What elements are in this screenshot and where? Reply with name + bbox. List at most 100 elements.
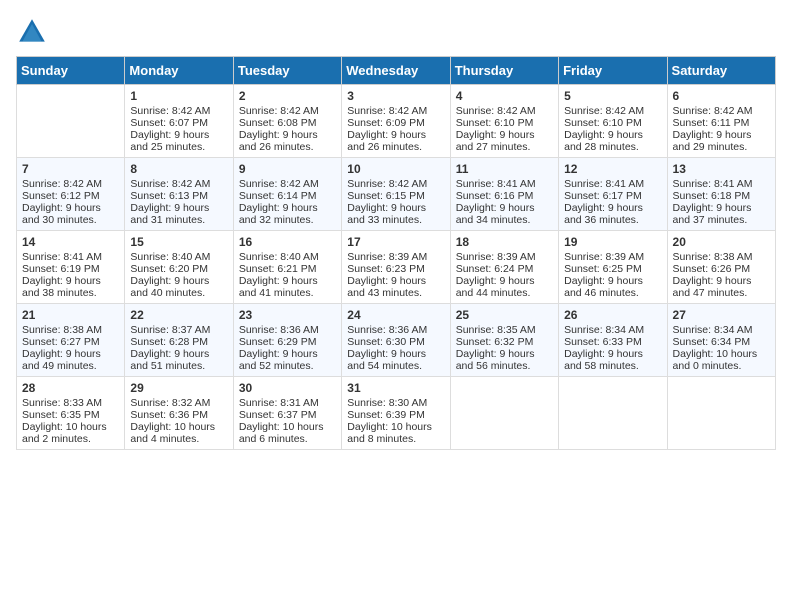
day-number: 7 — [22, 162, 119, 176]
calendar-cell: 22 Sunrise: 8:37 AM Sunset: 6:28 PM Dayl… — [125, 304, 233, 377]
sunset-text: Sunset: 6:23 PM — [347, 263, 425, 275]
sunset-text: Sunset: 6:36 PM — [130, 409, 208, 421]
day-number: 24 — [347, 308, 444, 322]
daylight-text: Daylight: 9 hours and 47 minutes. — [673, 275, 752, 299]
day-number: 20 — [673, 235, 770, 249]
sunrise-text: Sunrise: 8:30 AM — [347, 397, 427, 409]
daylight-text: Daylight: 9 hours and 36 minutes. — [564, 202, 643, 226]
calendar-table: SundayMondayTuesdayWednesdayThursdayFrid… — [16, 56, 776, 450]
day-number: 16 — [239, 235, 336, 249]
day-number: 14 — [22, 235, 119, 249]
sunrise-text: Sunrise: 8:36 AM — [347, 324, 427, 336]
day-number: 30 — [239, 381, 336, 395]
daylight-text: Daylight: 9 hours and 43 minutes. — [347, 275, 426, 299]
calendar-cell: 1 Sunrise: 8:42 AM Sunset: 6:07 PM Dayli… — [125, 85, 233, 158]
sunrise-text: Sunrise: 8:41 AM — [564, 178, 644, 190]
daylight-text: Daylight: 9 hours and 58 minutes. — [564, 348, 643, 372]
sunset-text: Sunset: 6:20 PM — [130, 263, 208, 275]
daylight-text: Daylight: 9 hours and 34 minutes. — [456, 202, 535, 226]
day-number: 26 — [564, 308, 661, 322]
sunrise-text: Sunrise: 8:42 AM — [239, 105, 319, 117]
day-number: 31 — [347, 381, 444, 395]
daylight-text: Daylight: 10 hours and 4 minutes. — [130, 421, 215, 445]
day-number: 21 — [22, 308, 119, 322]
sunset-text: Sunset: 6:37 PM — [239, 409, 317, 421]
sunrise-text: Sunrise: 8:39 AM — [347, 251, 427, 263]
daylight-text: Daylight: 9 hours and 40 minutes. — [130, 275, 209, 299]
sunrise-text: Sunrise: 8:42 AM — [456, 105, 536, 117]
calendar-cell: 13 Sunrise: 8:41 AM Sunset: 6:18 PM Dayl… — [667, 158, 775, 231]
sunset-text: Sunset: 6:28 PM — [130, 336, 208, 348]
daylight-text: Daylight: 9 hours and 27 minutes. — [456, 129, 535, 153]
sunset-text: Sunset: 6:11 PM — [673, 117, 750, 129]
calendar-cell — [559, 377, 667, 450]
sunrise-text: Sunrise: 8:37 AM — [130, 324, 210, 336]
calendar-cell — [450, 377, 558, 450]
daylight-text: Daylight: 9 hours and 46 minutes. — [564, 275, 643, 299]
day-number: 3 — [347, 89, 444, 103]
calendar-cell: 6 Sunrise: 8:42 AM Sunset: 6:11 PM Dayli… — [667, 85, 775, 158]
sunset-text: Sunset: 6:14 PM — [239, 190, 317, 202]
calendar-cell: 24 Sunrise: 8:36 AM Sunset: 6:30 PM Dayl… — [342, 304, 450, 377]
sunrise-text: Sunrise: 8:41 AM — [673, 178, 753, 190]
calendar-cell: 25 Sunrise: 8:35 AM Sunset: 6:32 PM Dayl… — [450, 304, 558, 377]
daylight-text: Daylight: 9 hours and 26 minutes. — [239, 129, 318, 153]
day-number: 10 — [347, 162, 444, 176]
logo — [16, 16, 52, 48]
sunset-text: Sunset: 6:09 PM — [347, 117, 425, 129]
daylight-text: Daylight: 10 hours and 0 minutes. — [673, 348, 758, 372]
sunrise-text: Sunrise: 8:42 AM — [239, 178, 319, 190]
sunrise-text: Sunrise: 8:41 AM — [456, 178, 536, 190]
daylight-text: Daylight: 9 hours and 52 minutes. — [239, 348, 318, 372]
daylight-text: Daylight: 9 hours and 25 minutes. — [130, 129, 209, 153]
day-number: 2 — [239, 89, 336, 103]
calendar-cell: 16 Sunrise: 8:40 AM Sunset: 6:21 PM Dayl… — [233, 231, 341, 304]
day-header-tuesday: Tuesday — [233, 57, 341, 85]
sunrise-text: Sunrise: 8:34 AM — [564, 324, 644, 336]
sunrise-text: Sunrise: 8:42 AM — [347, 105, 427, 117]
day-number: 27 — [673, 308, 770, 322]
daylight-text: Daylight: 10 hours and 2 minutes. — [22, 421, 107, 445]
day-number: 13 — [673, 162, 770, 176]
sunset-text: Sunset: 6:17 PM — [564, 190, 642, 202]
sunrise-text: Sunrise: 8:39 AM — [564, 251, 644, 263]
sunset-text: Sunset: 6:24 PM — [456, 263, 534, 275]
day-number: 6 — [673, 89, 770, 103]
calendar-cell — [17, 85, 125, 158]
sunset-text: Sunset: 6:25 PM — [564, 263, 642, 275]
day-number: 29 — [130, 381, 227, 395]
day-number: 18 — [456, 235, 553, 249]
sunset-text: Sunset: 6:34 PM — [673, 336, 751, 348]
calendar-week-row: 1 Sunrise: 8:42 AM Sunset: 6:07 PM Dayli… — [17, 85, 776, 158]
daylight-text: Daylight: 9 hours and 56 minutes. — [456, 348, 535, 372]
day-number: 1 — [130, 89, 227, 103]
day-number: 17 — [347, 235, 444, 249]
calendar-cell: 3 Sunrise: 8:42 AM Sunset: 6:09 PM Dayli… — [342, 85, 450, 158]
daylight-text: Daylight: 9 hours and 29 minutes. — [673, 129, 752, 153]
day-number: 12 — [564, 162, 661, 176]
calendar-cell: 20 Sunrise: 8:38 AM Sunset: 6:26 PM Dayl… — [667, 231, 775, 304]
daylight-text: Daylight: 9 hours and 54 minutes. — [347, 348, 426, 372]
day-header-friday: Friday — [559, 57, 667, 85]
daylight-text: Daylight: 10 hours and 8 minutes. — [347, 421, 432, 445]
sunrise-text: Sunrise: 8:42 AM — [130, 105, 210, 117]
day-header-wednesday: Wednesday — [342, 57, 450, 85]
logo-icon — [16, 16, 48, 48]
daylight-text: Daylight: 9 hours and 44 minutes. — [456, 275, 535, 299]
day-number: 5 — [564, 89, 661, 103]
daylight-text: Daylight: 9 hours and 38 minutes. — [22, 275, 101, 299]
sunrise-text: Sunrise: 8:36 AM — [239, 324, 319, 336]
calendar-week-row: 7 Sunrise: 8:42 AM Sunset: 6:12 PM Dayli… — [17, 158, 776, 231]
sunset-text: Sunset: 6:15 PM — [347, 190, 425, 202]
calendar-cell: 19 Sunrise: 8:39 AM Sunset: 6:25 PM Dayl… — [559, 231, 667, 304]
day-number: 22 — [130, 308, 227, 322]
daylight-text: Daylight: 9 hours and 33 minutes. — [347, 202, 426, 226]
calendar-cell: 17 Sunrise: 8:39 AM Sunset: 6:23 PM Dayl… — [342, 231, 450, 304]
sunset-text: Sunset: 6:39 PM — [347, 409, 425, 421]
calendar-cell: 10 Sunrise: 8:42 AM Sunset: 6:15 PM Dayl… — [342, 158, 450, 231]
day-number: 19 — [564, 235, 661, 249]
sunset-text: Sunset: 6:16 PM — [456, 190, 534, 202]
sunset-text: Sunset: 6:08 PM — [239, 117, 317, 129]
day-header-monday: Monday — [125, 57, 233, 85]
daylight-text: Daylight: 9 hours and 31 minutes. — [130, 202, 209, 226]
